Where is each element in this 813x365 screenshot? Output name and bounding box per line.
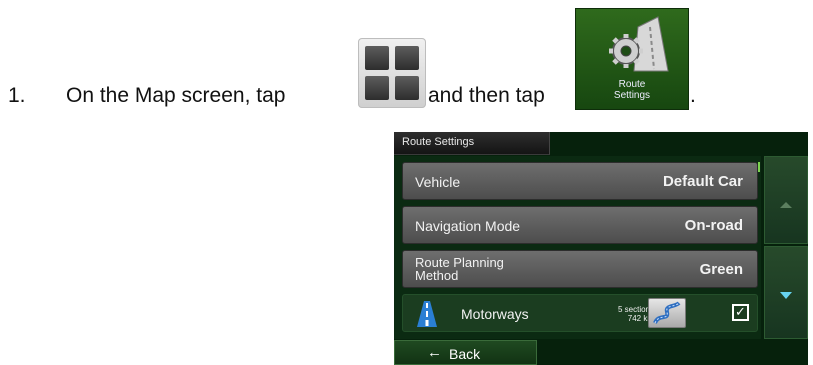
grid-square — [365, 46, 389, 70]
row-value: On-road — [684, 217, 743, 234]
row-value: Green — [699, 261, 743, 278]
route-path-icon — [653, 301, 681, 324]
motorways-row[interactable]: Motorways 5 sections 742 km ✓ — [402, 294, 758, 332]
vehicle-row[interactable]: Vehicle Default Car — [402, 162, 758, 200]
motorways-checkbox[interactable]: ✓ — [732, 304, 749, 321]
arrow-down-icon — [780, 292, 792, 299]
route-planning-method-row[interactable]: Route Planning Method Green — [402, 250, 758, 288]
settings-panel: Vehicle Default Car Navigation Mode On-r… — [394, 156, 761, 339]
check-icon: ✓ — [735, 304, 746, 319]
scroll-indicator — [758, 162, 760, 172]
arrow-up-icon — [780, 202, 792, 208]
grid-square — [365, 76, 389, 100]
back-label: Back — [449, 346, 481, 362]
step-text-2: and then tap — [428, 84, 545, 107]
step-text-end: . — [690, 84, 696, 107]
row-label: Navigation Mode — [415, 218, 521, 234]
back-arrow-icon: ← — [427, 344, 442, 361]
row-value: Default Car — [662, 173, 743, 190]
step-number: 1. — [8, 84, 26, 107]
grid-square — [395, 76, 419, 100]
route-settings-label: Route Settings — [613, 79, 651, 101]
gear-road-icon — [609, 16, 669, 72]
row-label: Route Planning Method — [415, 255, 504, 283]
scroll-up-button[interactable] — [764, 156, 808, 244]
menu-grid-icon[interactable] — [358, 38, 426, 108]
device-screen: Route Settings Vehicle Default Car Navig… — [394, 132, 808, 365]
motorway-icon — [417, 301, 437, 327]
navigation-mode-row[interactable]: Navigation Mode On-road — [402, 206, 758, 244]
title-bar: Route Settings — [394, 132, 550, 155]
route-settings-button[interactable]: Route Settings — [575, 8, 689, 110]
row-label: Motorways — [461, 306, 529, 322]
grid-square — [395, 46, 419, 70]
scroll-down-button[interactable] — [764, 246, 808, 339]
back-button[interactable]: ← Back — [394, 340, 537, 365]
screen-title: Route Settings — [402, 136, 475, 148]
step-text-1: On the Map screen, tap — [66, 84, 286, 107]
route-map-icon[interactable] — [648, 298, 686, 328]
row-label: Vehicle — [415, 174, 461, 190]
